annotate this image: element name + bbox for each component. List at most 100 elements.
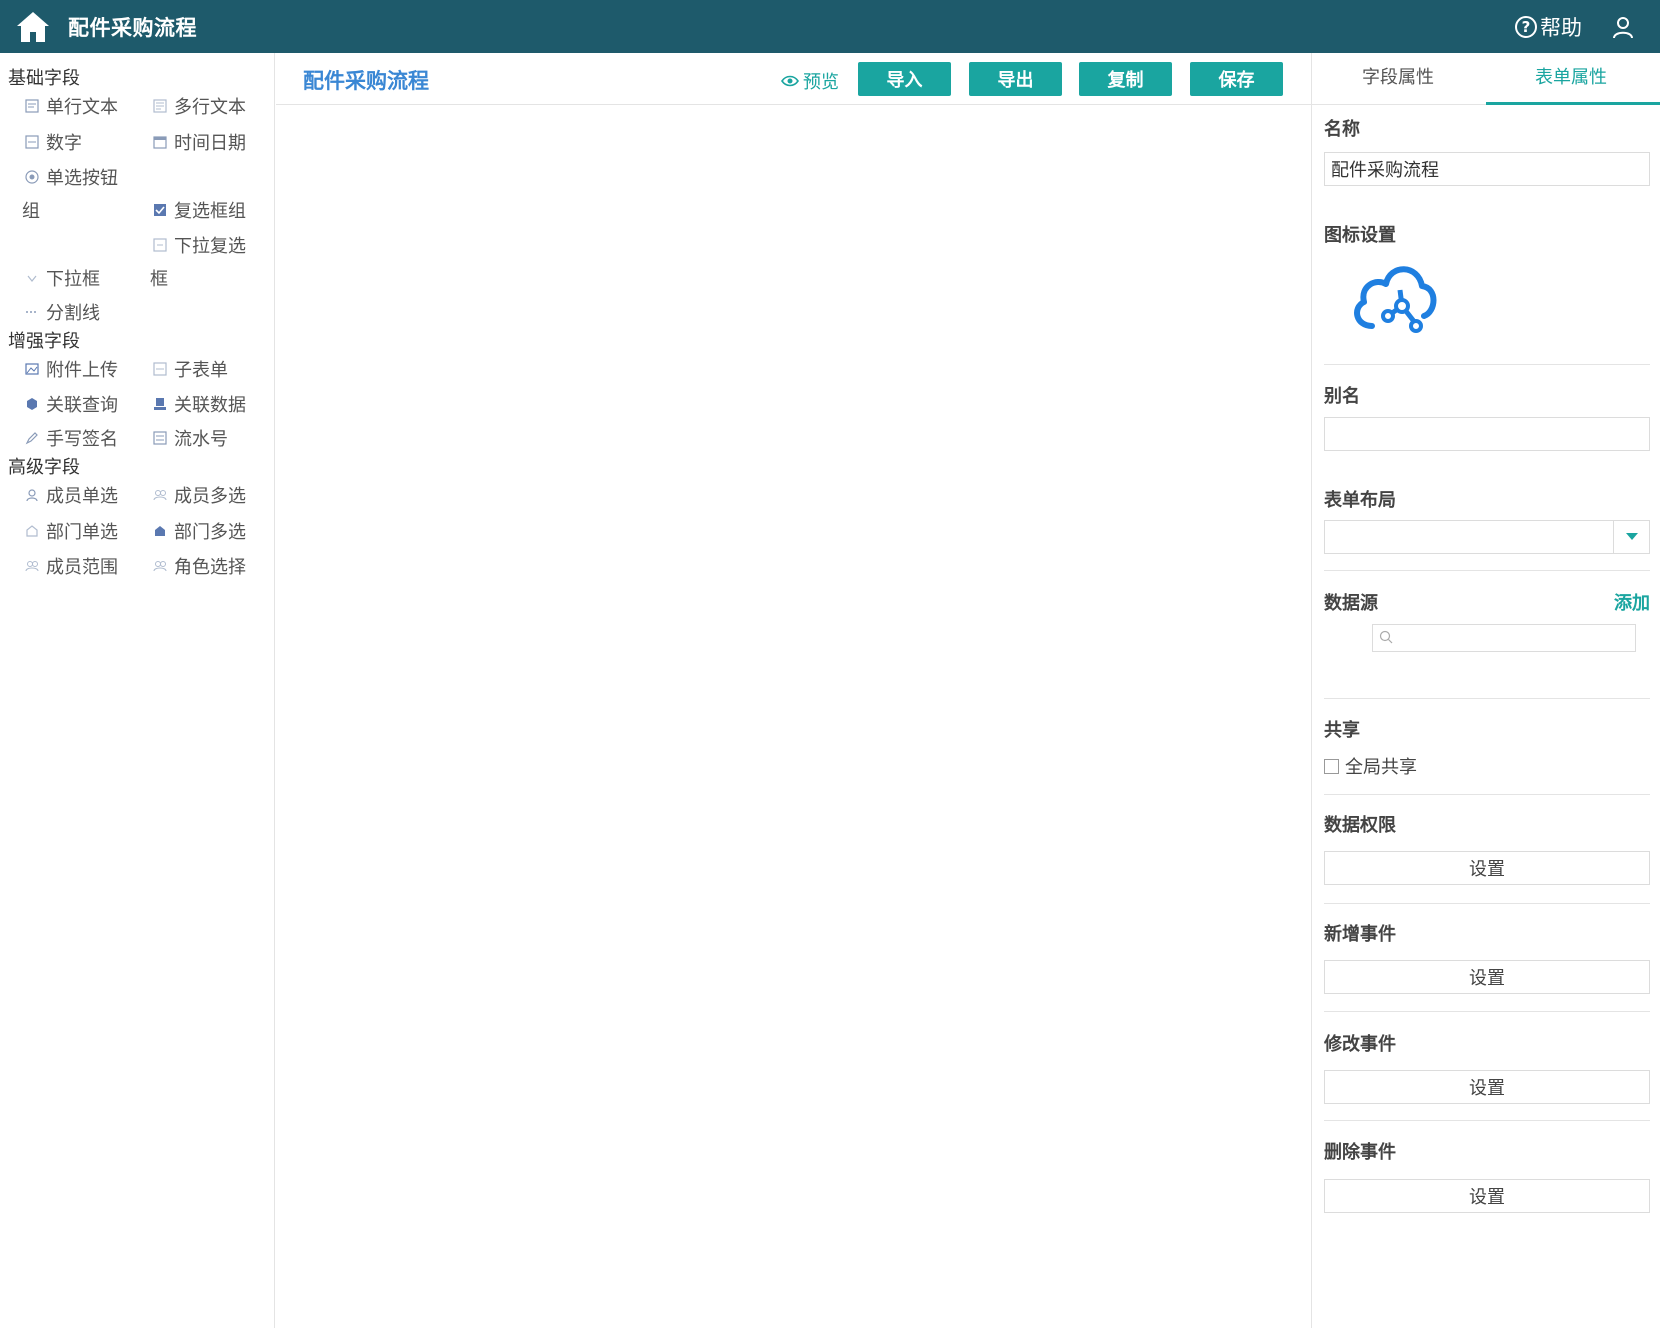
datasource-search-input[interactable] — [1372, 624, 1636, 652]
field-label: 附件上传 — [46, 360, 118, 381]
tab-form-properties[interactable]: 表单属性 — [1535, 63, 1607, 89]
field-dropdown-multi[interactable]: 下拉复选 — [150, 232, 246, 258]
edit-event-label: 修改事件 — [1324, 1034, 1396, 1055]
field-serial[interactable]: 流水号 — [150, 425, 228, 451]
global-share-label: 全局共享 — [1345, 757, 1417, 778]
divider — [1324, 1011, 1650, 1012]
data-permission-set-button[interactable]: 设置 — [1324, 851, 1650, 885]
tab-field-properties[interactable]: 字段属性 — [1362, 63, 1434, 89]
field-palette: 基础字段 单行文本 多行文本 数字 时间日期 单选按钮 组 复选框组 下拉复选 … — [0, 53, 275, 1328]
divider — [1324, 903, 1650, 904]
form-canvas[interactable] — [276, 106, 1311, 1328]
field-checkbox-group[interactable]: 复选框组 — [150, 197, 246, 223]
search-icon — [1379, 629, 1393, 648]
divider — [1324, 698, 1650, 699]
serial-icon — [150, 428, 170, 448]
icon-settings-label: 图标设置 — [1324, 225, 1396, 246]
field-signature[interactable]: 手写签名 — [22, 425, 118, 451]
field-member-multi[interactable]: 成员多选 — [150, 482, 246, 508]
field-label: 流水号 — [174, 429, 228, 450]
field-related-data[interactable]: 关联数据 — [150, 391, 246, 417]
field-dept-multi[interactable]: 部门多选 — [150, 518, 246, 544]
divider — [1324, 794, 1650, 795]
chevron-down-icon[interactable] — [1613, 521, 1649, 553]
form-canvas-area: 配件采购流程 预览 导入 导出 复制 保存 — [276, 53, 1311, 1328]
home-icon[interactable] — [14, 8, 52, 46]
eye-icon — [781, 71, 799, 92]
preview-button[interactable]: 预览 — [781, 68, 839, 94]
help-label: 帮助 — [1540, 15, 1582, 40]
help-icon: ? — [1515, 15, 1537, 38]
text-field-icon — [22, 96, 42, 116]
name-label: 名称 — [1324, 119, 1360, 140]
field-label: 分割线 — [46, 303, 100, 324]
divider-icon — [22, 302, 42, 322]
active-tab-indicator — [1486, 102, 1660, 105]
add-event-set-button[interactable]: 设置 — [1324, 960, 1650, 994]
textarea-icon — [150, 96, 170, 116]
form-layout-label: 表单布局 — [1324, 490, 1396, 511]
save-button[interactable]: 保存 — [1190, 62, 1283, 96]
delete-event-set-button[interactable]: 设置 — [1324, 1179, 1650, 1213]
properties-tabs: 字段属性 表单属性 — [1312, 53, 1660, 105]
field-label-wrap: 组 — [22, 201, 40, 222]
field-label: 多行文本 — [174, 97, 246, 118]
field-label: 单行文本 — [46, 97, 118, 118]
field-dropdown[interactable]: 下拉框 — [22, 265, 100, 291]
divider — [1324, 364, 1650, 365]
top-bar: 配件采购流程 ? 帮助 — [0, 0, 1660, 53]
help-button[interactable]: ? 帮助 — [1515, 12, 1582, 42]
field-role-select[interactable]: 角色选择 — [150, 553, 246, 579]
query-icon — [22, 394, 42, 414]
checkbox-icon — [150, 200, 170, 220]
field-member-range[interactable]: 成员范围 — [22, 553, 118, 579]
users-icon — [150, 485, 170, 505]
copy-button[interactable]: 复制 — [1079, 62, 1172, 96]
field-label: 数字 — [46, 133, 82, 154]
share-label: 共享 — [1324, 720, 1360, 741]
import-button[interactable]: 导入 — [858, 62, 951, 96]
number-icon — [22, 132, 42, 152]
group-title-advanced: 高级字段 — [8, 457, 80, 478]
export-button[interactable]: 导出 — [969, 62, 1062, 96]
field-dept-single[interactable]: 部门单选 — [22, 518, 118, 544]
field-label: 复选框组 — [174, 201, 246, 222]
field-radio-group[interactable]: 单选按钮 — [22, 164, 118, 190]
name-input[interactable] — [1324, 152, 1650, 186]
cloud-network-icon[interactable] — [1344, 250, 1440, 346]
subform-icon — [150, 359, 170, 379]
checkbox-box[interactable] — [1324, 758, 1339, 774]
field-multi-text[interactable]: 多行文本 — [150, 93, 246, 119]
field-label: 下拉框 — [46, 269, 100, 290]
group-title-enhanced: 增强字段 — [8, 331, 80, 352]
dropdown-multi-icon — [150, 235, 170, 255]
properties-panel: 字段属性 表单属性 名称 图标设置 别名 表单布局 数据源 添加 共享 — [1311, 53, 1660, 1328]
edit-event-set-button[interactable]: 设置 — [1324, 1070, 1650, 1104]
field-related-query[interactable]: 关联查询 — [22, 391, 118, 417]
calendar-icon — [150, 132, 170, 152]
group-title-basic: 基础字段 — [8, 68, 80, 89]
form-layout-select[interactable] — [1324, 520, 1650, 554]
field-subform[interactable]: 子表单 — [150, 356, 228, 382]
users-icon — [22, 556, 42, 576]
field-member-single[interactable]: 成员单选 — [22, 482, 118, 508]
department-filled-icon — [150, 521, 170, 541]
datasource-add-link[interactable]: 添加 — [1614, 589, 1650, 615]
field-label: 时间日期 — [174, 133, 246, 154]
field-attachment[interactable]: 附件上传 — [22, 356, 118, 382]
field-divider[interactable]: 分割线 — [22, 299, 100, 325]
alias-label: 别名 — [1324, 386, 1360, 407]
field-number[interactable]: 数字 — [22, 129, 82, 155]
user-icon[interactable] — [1610, 14, 1636, 40]
app-title: 配件采购流程 — [68, 15, 197, 40]
field-label: 成员多选 — [174, 486, 246, 507]
field-label-wrap: 框 — [150, 269, 168, 290]
field-datetime[interactable]: 时间日期 — [150, 129, 246, 155]
alias-input[interactable] — [1324, 417, 1650, 451]
datasource-label: 数据源 — [1324, 593, 1378, 614]
field-label: 成员单选 — [46, 486, 118, 507]
field-label: 关联数据 — [174, 395, 246, 416]
field-label: 角色选择 — [174, 557, 246, 578]
field-single-text[interactable]: 单行文本 — [22, 93, 118, 119]
global-share-checkbox[interactable]: 全局共享 — [1324, 753, 1417, 779]
